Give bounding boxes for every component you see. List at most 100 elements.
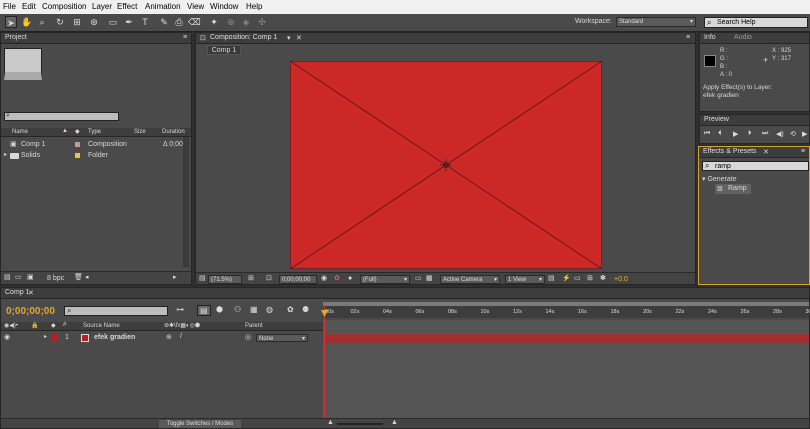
effects-search-field[interactable]: ⌕ ramp <box>702 161 809 171</box>
column-duration[interactable]: Duration <box>162 129 185 135</box>
current-time-display[interactable]: 0;00;00;00 <box>279 275 317 284</box>
composition-canvas[interactable] <box>290 61 602 269</box>
preview-tab[interactable]: Preview <box>704 116 729 123</box>
reset-exposure-icon[interactable]: ✽ <box>600 275 606 283</box>
quality-switch-icon[interactable]: / <box>180 333 182 340</box>
layer-name[interactable]: efek gradien <box>94 334 135 341</box>
first-frame-icon[interactable]: ⏮ <box>704 130 710 138</box>
project-scrollbar[interactable] <box>183 137 189 267</box>
brainstorm-icon[interactable]: ✿ <box>287 305 294 314</box>
close-icon[interactable]: ✕ <box>763 148 769 156</box>
panel-menu-icon[interactable]: ≡ <box>801 148 805 155</box>
close-icon[interactable]: ✕ <box>28 289 34 297</box>
region-of-interest-icon[interactable]: ▭ <box>415 275 422 283</box>
pan-behind-tool-icon[interactable]: ⊛ <box>88 16 100 28</box>
axis-mode-icon[interactable]: ⊕ <box>225 16 237 28</box>
zoom-out-icon[interactable]: ▲ <box>327 419 334 426</box>
layer-duration-bar[interactable] <box>325 334 809 343</box>
visibility-eye-icon[interactable]: ◉ <box>4 333 10 341</box>
new-composition-icon[interactable]: ▣ <box>27 274 34 282</box>
resolution-dropdown[interactable]: (Full) ▾ <box>360 275 410 284</box>
draft-3d-icon[interactable]: ⬢ <box>216 305 223 314</box>
menu-view[interactable]: View <box>187 2 204 11</box>
show-snapshot-icon[interactable]: ✿ <box>334 275 340 283</box>
audio-tab[interactable]: Audio <box>734 34 752 41</box>
toggle-pixel-aspect-icon[interactable]: ▤ <box>548 275 555 283</box>
frame-blending-icon[interactable]: ▦ <box>250 305 258 314</box>
clone-stamp-tool-icon[interactable]: ⎙ <box>173 16 185 28</box>
selection-tool-icon[interactable]: ➤ <box>5 16 17 28</box>
camera-tool-icon[interactable]: ⊞ <box>71 16 83 28</box>
timeline-icon[interactable]: ▭ <box>574 275 581 283</box>
pickwhip-icon[interactable]: ◎ <box>245 333 251 341</box>
snapshot-icon[interactable]: ◉ <box>321 275 327 283</box>
menu-animation[interactable]: Animation <box>145 2 181 11</box>
menu-edit[interactable]: Edit <box>22 2 36 11</box>
zoom-in-icon[interactable]: ▲ <box>391 419 398 426</box>
menu-file[interactable]: File <box>3 2 16 11</box>
layer-label-swatch[interactable] <box>52 334 58 341</box>
menu-composition[interactable]: Composition <box>42 2 86 11</box>
composition-tab[interactable]: Composition: Comp 1 <box>210 34 277 41</box>
timeline-search-field[interactable]: ⌕ <box>64 306 168 316</box>
world-axis-icon[interactable]: ✣ <box>256 16 268 28</box>
menu-help[interactable]: Help <box>246 2 262 11</box>
effects-category-generate[interactable]: ▾ Generate <box>702 175 737 183</box>
auto-keyframe-icon[interactable]: ⚉ <box>302 305 309 314</box>
channel-icon[interactable]: ● <box>348 275 352 283</box>
timeline-tab-comp1[interactable]: Comp 1 <box>5 289 30 296</box>
motion-blur-icon[interactable]: ◍ <box>266 305 273 314</box>
next-frame-icon[interactable]: ⏵ <box>748 130 752 138</box>
bpc-label[interactable]: 8 bpc <box>47 275 64 282</box>
current-time-indicator[interactable] <box>324 305 325 419</box>
zoom-slider[interactable] <box>337 423 383 425</box>
expand-arrow-icon[interactable]: ▸ <box>44 333 47 340</box>
parent-dropdown[interactable]: None ▾ <box>256 334 308 342</box>
text-tool-icon[interactable]: T <box>139 16 151 28</box>
eraser-tool-icon[interactable]: ⌫ <box>188 16 201 28</box>
scroll-right-icon[interactable]: ▸ <box>173 274 177 282</box>
menu-window[interactable]: Window <box>210 2 238 11</box>
zoom-dropdown[interactable]: (71.5%) <box>208 275 242 284</box>
timeline-current-time[interactable]: 0;00;00;00 <box>6 306 55 317</box>
ram-preview-icon[interactable]: ▶ <box>802 130 807 138</box>
interpret-footage-icon[interactable]: ▤ <box>4 274 11 282</box>
effects-presets-tab[interactable]: Effects & Presets <box>703 148 757 155</box>
composition-mini-flowchart-icon[interactable]: ⊶ <box>176 305 184 314</box>
column-size[interactable]: Size <box>134 129 146 135</box>
pen-tool-icon[interactable]: ✒ <box>123 16 135 28</box>
zoom-tool-icon[interactable]: ⌕ <box>36 16 48 28</box>
toggle-switches-modes-button[interactable]: Toggle Switches / Modes <box>159 420 241 428</box>
search-help-field[interactable]: ⌕ Search Help <box>704 17 808 28</box>
fast-previews-icon[interactable]: ⚡ <box>562 275 571 283</box>
shy-switch-icon[interactable]: ⊛ <box>166 333 172 341</box>
flowchart-icon[interactable]: ⊞ <box>587 275 593 283</box>
chevron-down-icon[interactable]: ▾ <box>287 34 291 42</box>
menu-effect[interactable]: Effect <box>117 2 137 11</box>
hide-shy-layers-icon[interactable]: ⚇ <box>234 305 241 314</box>
work-area-bar[interactable] <box>323 302 809 306</box>
new-folder-icon[interactable]: ▭ <box>15 274 22 282</box>
play-icon[interactable]: ▶ <box>733 130 738 138</box>
lock-icon[interactable]: ⊡ <box>200 34 206 42</box>
puppet-tool-icon[interactable]: ✦ <box>208 16 220 28</box>
rectangle-tool-icon[interactable]: ▭ <box>107 16 119 28</box>
mask-visibility-icon[interactable]: ⊡ <box>266 275 272 283</box>
audio-icon[interactable]: ◀) <box>776 130 784 138</box>
brush-tool-icon[interactable]: ✎ <box>158 16 170 28</box>
column-name[interactable]: Name <box>12 129 28 135</box>
column-type[interactable]: Type <box>88 129 101 135</box>
view-layout-dropdown[interactable]: 1 View ▾ <box>505 275 545 284</box>
effect-item-ramp[interactable]: ▧ Ramp <box>715 184 751 194</box>
trash-icon[interactable]: 🗑 <box>74 274 83 282</box>
transparency-grid-icon[interactable]: ▦ <box>426 275 433 283</box>
safe-zones-icon[interactable]: ⊞ <box>248 275 254 283</box>
info-tab[interactable]: Info <box>704 34 716 41</box>
menu-layer[interactable]: Layer <box>92 2 112 11</box>
panel-menu-icon[interactable]: ≡ <box>183 34 187 41</box>
loop-icon[interactable]: ⟲ <box>790 130 796 138</box>
scroll-left-icon[interactable]: ◂ <box>85 274 89 282</box>
camera-dropdown[interactable]: Active Camera ▾ <box>440 275 500 284</box>
time-ruler[interactable]: 00s 02s 04s 06s 08s 10s 12s 14s 16s 18s 20s 22s 24s 2… <box>323 302 810 318</box>
previous-frame-icon[interactable]: ⏴ <box>718 130 722 138</box>
